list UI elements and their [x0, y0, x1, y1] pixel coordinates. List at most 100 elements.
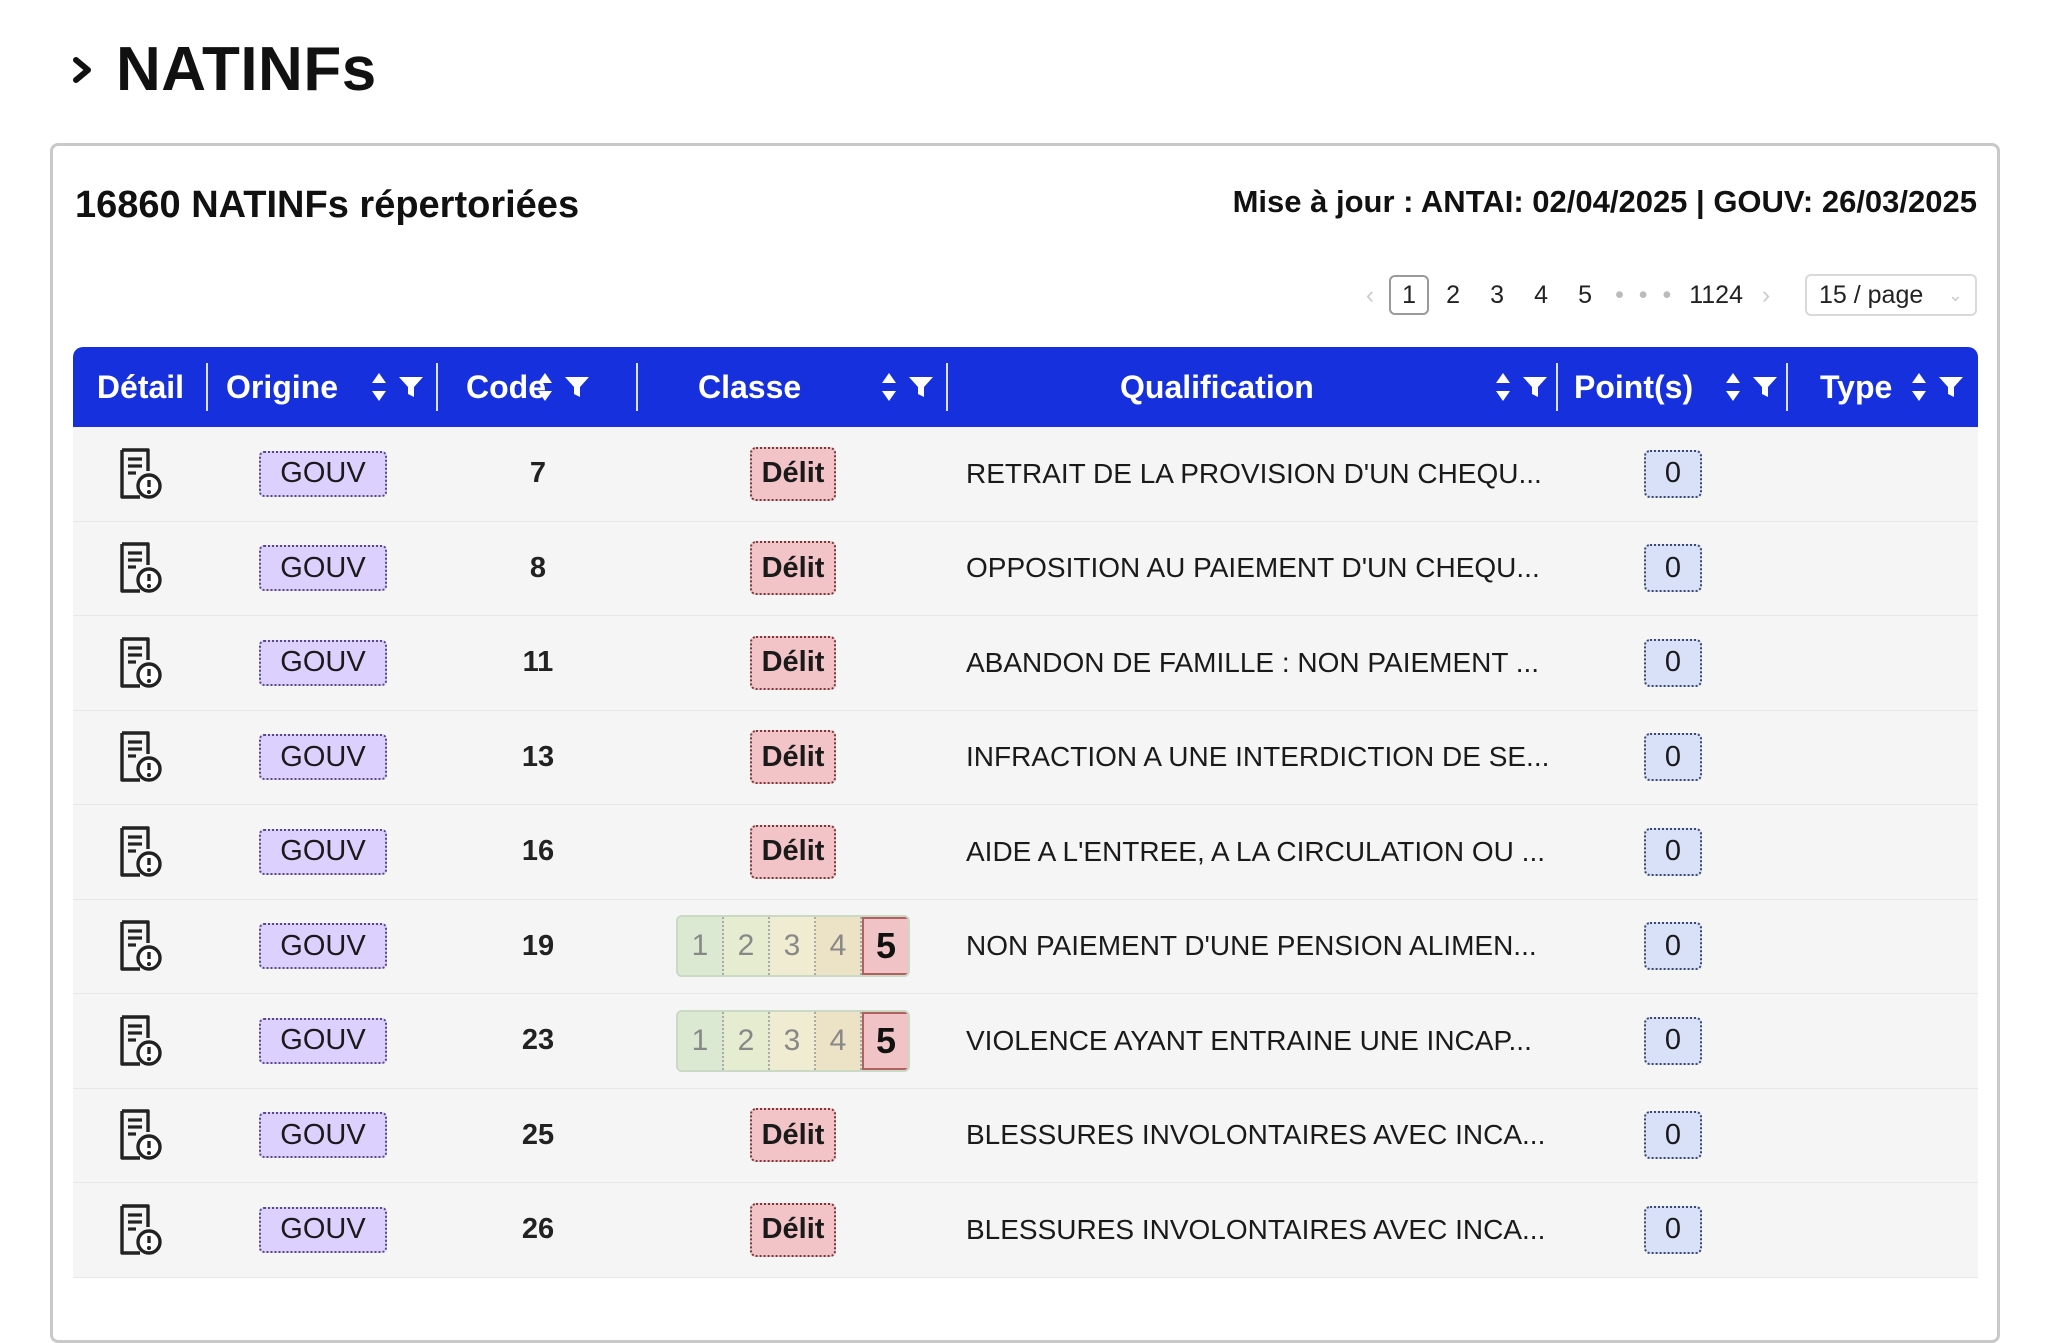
- qualification-cell: BLESSURES INVOLONTAIRES AVEC INCA...: [948, 1089, 1558, 1183]
- document-info-icon[interactable]: [118, 1108, 164, 1162]
- origine-cell: GOUV: [208, 711, 438, 805]
- page-3[interactable]: 3: [1477, 275, 1517, 315]
- classe-scale: 12345: [676, 915, 910, 978]
- classe-scale: 12345: [676, 1009, 910, 1072]
- table-row: GOUV 25 Délit BLESSURES INVOLONTAIRES AVEC …: [73, 1088, 1978, 1183]
- document-info-icon[interactable]: [118, 541, 164, 595]
- document-info-icon[interactable]: [118, 919, 164, 973]
- code-cell: 16: [438, 805, 638, 899]
- next-page-button[interactable]: ›: [1751, 275, 1781, 315]
- qualification-text: OPPOSITION AU PAIEMENT D'UN CHEQU...: [966, 552, 1540, 584]
- classe-level: 2: [724, 917, 770, 976]
- pagination: ‹ 1 2 3 4 5 • • • 1124 › 15 / page ⌄: [1355, 274, 1977, 316]
- detail-cell: [73, 1183, 208, 1277]
- document-info-icon[interactable]: [118, 1203, 164, 1257]
- points-tag: 0: [1644, 638, 1702, 687]
- prev-page-button[interactable]: ‹: [1355, 275, 1385, 315]
- table-row: GOUV 11 Délit ABANDON DE FAMILLE : NON PAIE…: [73, 616, 1978, 711]
- document-info-icon[interactable]: [118, 636, 164, 690]
- qualification-cell: NON PAIEMENT D'UNE PENSION ALIMEN...: [948, 900, 1558, 994]
- points-tag: 0: [1644, 1016, 1702, 1065]
- classe-tag: Délit: [749, 1202, 837, 1257]
- col-origine-label: Origine: [226, 368, 339, 405]
- qualification-text: NON PAIEMENT D'UNE PENSION ALIMEN...: [966, 930, 1537, 962]
- points-tag: 0: [1644, 544, 1702, 593]
- classe-cell: Délit: [638, 522, 948, 616]
- classe-tag: Délit: [749, 635, 837, 690]
- document-info-icon[interactable]: [118, 447, 164, 501]
- classe-level: 1: [678, 917, 724, 976]
- col-detail: Détail: [73, 347, 208, 427]
- origine-cell: GOUV: [208, 994, 438, 1088]
- page-1[interactable]: 1: [1389, 275, 1430, 315]
- code-value: 11: [522, 646, 554, 679]
- origine-tag: GOUV: [259, 1112, 387, 1159]
- page-ellipsis[interactable]: • • •: [1609, 281, 1681, 310]
- page-heading: NATINFs: [72, 34, 377, 105]
- qualification-cell: AIDE A L'ENTREE, A LA CIRCULATION OU ...: [948, 805, 1558, 899]
- points-tag: 0: [1644, 449, 1702, 498]
- classe-level: 4: [816, 1011, 862, 1070]
- table-row: GOUV 26 Délit BLESSURES INVOLONTAIRES AVEC …: [73, 1183, 1978, 1278]
- filter-icon[interactable]: [1752, 374, 1778, 400]
- col-origine[interactable]: Origine: [208, 347, 438, 427]
- col-code[interactable]: Code: [438, 347, 638, 427]
- update-info: Mise à jour : ANTAI: 02/04/2025 | GOUV: …: [1232, 184, 1977, 219]
- chevron-right-icon: [73, 56, 91, 83]
- type-cell: [1788, 994, 1978, 1088]
- page-last[interactable]: 1124: [1685, 275, 1747, 315]
- detail-cell: [73, 900, 208, 994]
- origine-tag: GOUV: [259, 1017, 387, 1064]
- page-5[interactable]: 5: [1565, 275, 1605, 315]
- qualification-text: AIDE A L'ENTREE, A LA CIRCULATION OU ...: [966, 835, 1546, 867]
- origine-tag: GOUV: [259, 923, 387, 970]
- col-qualification[interactable]: Qualification: [948, 347, 1558, 427]
- points-tag: 0: [1644, 733, 1702, 782]
- sort-icon[interactable]: [1726, 373, 1740, 401]
- filter-icon[interactable]: [564, 374, 590, 400]
- col-points[interactable]: Point(s): [1558, 347, 1788, 427]
- sort-icon[interactable]: [372, 373, 386, 401]
- points-cell: 0: [1558, 900, 1788, 994]
- code-cell: 13: [438, 711, 638, 805]
- filter-icon[interactable]: [1938, 374, 1964, 400]
- filter-icon[interactable]: [908, 374, 934, 400]
- document-info-icon[interactable]: [118, 730, 164, 784]
- page-title: NATINFs: [116, 35, 377, 104]
- page-size-select[interactable]: 15 / page ⌄: [1805, 274, 1977, 316]
- count-title: 16860 NATINFs répertoriées: [75, 184, 580, 226]
- col-classe[interactable]: Classe: [638, 347, 948, 427]
- chevron-down-icon: ⌄: [1947, 284, 1963, 305]
- col-points-label: Point(s): [1574, 368, 1694, 405]
- page-4[interactable]: 4: [1521, 275, 1561, 315]
- points-cell: 0: [1558, 616, 1788, 710]
- col-type[interactable]: Type: [1788, 347, 1978, 427]
- code-cell: 23: [438, 994, 638, 1088]
- classe-cell: 12345: [638, 900, 948, 994]
- detail-cell: [73, 427, 208, 521]
- document-info-icon[interactable]: [118, 1014, 164, 1068]
- natinf-table: Détail Origine Code Classe Qualification…: [73, 347, 1978, 1278]
- origine-tag: GOUV: [259, 639, 387, 686]
- sort-icon[interactable]: [538, 373, 552, 401]
- document-info-icon[interactable]: [118, 825, 164, 879]
- filter-icon[interactable]: [398, 374, 424, 400]
- filter-icon[interactable]: [1522, 374, 1548, 400]
- table-body: GOUV 7 Délit RETRAIT DE LA PROVISION D'UN C…: [73, 427, 1978, 1278]
- code-value: 8: [529, 551, 547, 584]
- sort-icon[interactable]: [882, 373, 896, 401]
- origine-tag: GOUV: [259, 1206, 387, 1253]
- classe-cell: Délit: [638, 805, 948, 899]
- classe-level: 1: [678, 1011, 724, 1070]
- classe-cell: Délit: [638, 616, 948, 710]
- classe-cell: Délit: [638, 427, 948, 521]
- sort-icon[interactable]: [1912, 373, 1926, 401]
- code-cell: 7: [438, 427, 638, 521]
- type-cell: [1788, 427, 1978, 521]
- classe-level: 3: [770, 1011, 816, 1070]
- points-cell: 0: [1558, 711, 1788, 805]
- code-value: 7: [529, 457, 547, 490]
- sort-icon[interactable]: [1496, 373, 1510, 401]
- page-2[interactable]: 2: [1433, 275, 1473, 315]
- classe-level: 5: [862, 917, 908, 976]
